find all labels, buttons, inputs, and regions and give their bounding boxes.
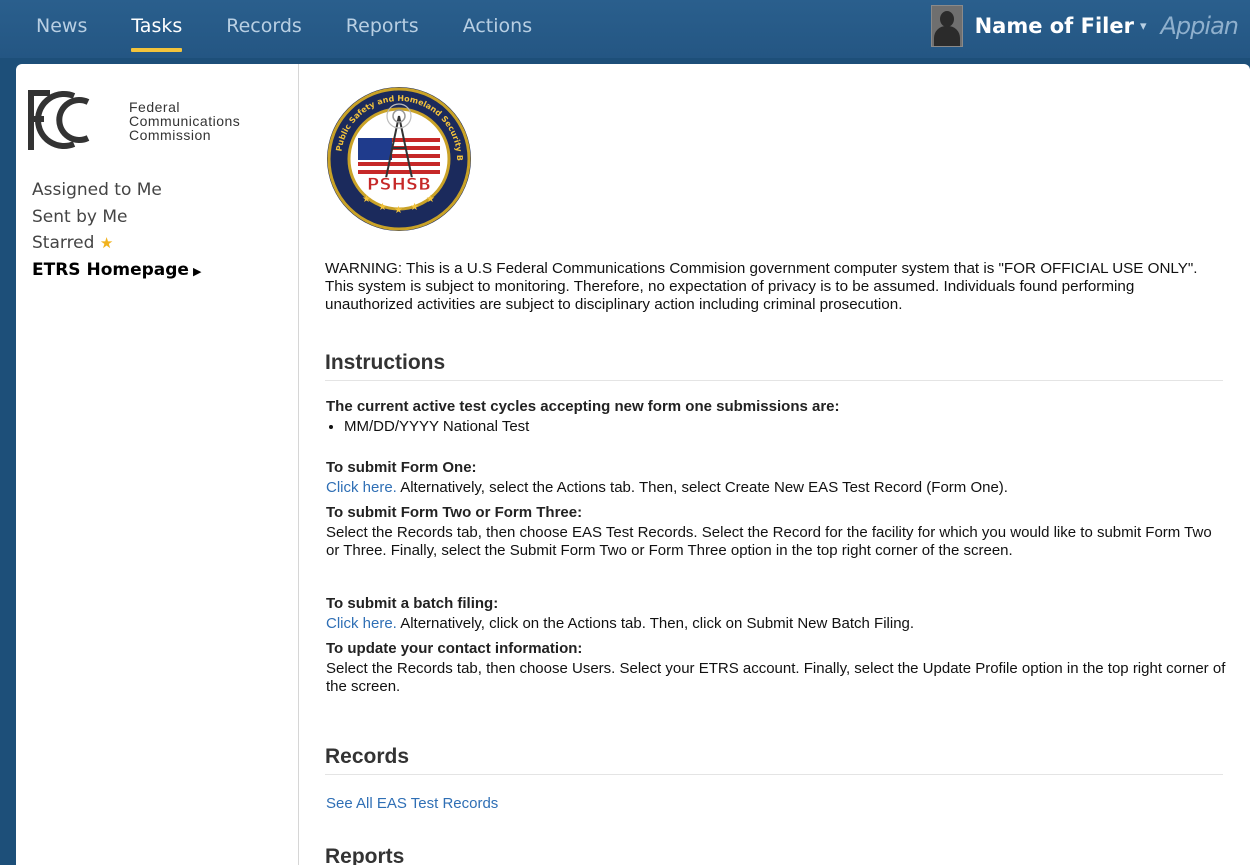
fcc-logo-text: Federal Communications Commission [129,100,240,142]
tab-tasks[interactable]: Tasks [109,0,204,58]
form-two-label: To submit Form Two or Form Three: [326,504,583,521]
sidebar-item-label: Assigned to Me [32,180,162,200]
form-two-block: To submit Form Two or Form Three: Select… [326,504,1226,560]
svg-text:★: ★ [426,194,435,205]
user-name[interactable]: Name of Filer [975,14,1134,38]
cycles-list: MM/DD/YYYY National Test [326,418,1226,436]
tab-reports[interactable]: Reports [324,0,441,58]
sidebar-item-assigned[interactable]: Assigned to Me [32,177,201,204]
logo-line-federal: Federal [129,99,180,115]
user-menu[interactable]: Name of Filer ▾ Appian [930,0,1250,58]
chevron-down-icon[interactable]: ▾ [1140,18,1147,34]
sidebar-item-label: Sent by Me [32,206,128,227]
cycles-label: The current active test cycles accepting… [326,398,840,415]
contact-text: Select the Records tab, then choose User… [326,660,1226,695]
fcc-logo: Federal Communications Commission [26,88,286,158]
sidebar: Federal Communications Commission Assign… [16,64,299,865]
warning-text: WARNING: This is a U.S Federal Communica… [325,260,1198,313]
contact-block: To update your contact information: Sele… [326,640,1226,696]
batch-click-here-link[interactable]: Click here. [326,615,397,632]
triangle-right-icon: ▶ [192,264,202,278]
form-one-click-here-link[interactable]: Click here. [326,479,397,496]
sidebar-item-starred[interactable]: Starred ★ [32,230,201,257]
main-card: Federal Communications Commission Assign… [16,64,1250,865]
active-cycles-block: The current active test cycles accepting… [326,398,1226,436]
reports-heading: Reports [325,845,405,865]
batch-text: Alternatively, click on the Actions tab.… [396,615,915,632]
sidebar-item-label: ETRS Homepage [32,259,189,280]
logo-line-communications: Communications [129,113,241,129]
tab-news[interactable]: News [0,0,109,58]
list-item: MM/DD/YYYY National Test [344,418,1226,436]
sidebar-item-label: Starred [32,233,95,253]
form-one-text: Alternatively, select the Actions tab. T… [396,479,1008,496]
records-block: See All EAS Test Records [326,795,1226,813]
see-all-records-link[interactable]: See All EAS Test Records [326,795,498,812]
avatar[interactable] [930,5,963,47]
instructions-heading: Instructions [325,351,1223,381]
svg-text:PSHSB: PSHSB [367,175,431,195]
star-icon: ★ [99,234,114,252]
tab-actions[interactable]: Actions [441,0,554,58]
top-navigation-bar: News Tasks Records Reports Actions Name … [0,0,1250,58]
form-two-text: Select the Records tab, then choose EAS … [326,524,1212,559]
batch-label: To submit a batch filing: [326,595,499,612]
svg-text:★: ★ [410,202,419,213]
svg-text:★: ★ [394,205,403,216]
form-one-label: To submit Form One: [326,459,477,476]
svg-text:★: ★ [378,202,387,213]
main-nav: News Tasks Records Reports Actions [0,0,554,58]
pshsb-seal-image: Public Safety and Homeland Security Bure… [326,86,471,231]
sidebar-item-etrs-homepage[interactable]: ETRS Homepage ▶ [32,257,201,286]
batch-block: To submit a batch filing: Click here. Al… [326,595,1226,633]
logo-line-commission: Commission [129,127,212,143]
fcc-logo-mark [28,90,90,150]
appian-logo: Appian [1160,12,1239,40]
sidebar-links: Assigned to Me Sent by Me Starred ★ ETRS… [32,177,201,285]
svg-text:★: ★ [362,194,371,205]
records-heading: Records [325,745,1223,775]
tab-records[interactable]: Records [204,0,324,58]
sidebar-item-sent[interactable]: Sent by Me [32,204,201,231]
form-one-block: To submit Form One: Click here. Alternat… [326,459,1226,497]
contact-label: To update your contact information: [326,640,583,657]
